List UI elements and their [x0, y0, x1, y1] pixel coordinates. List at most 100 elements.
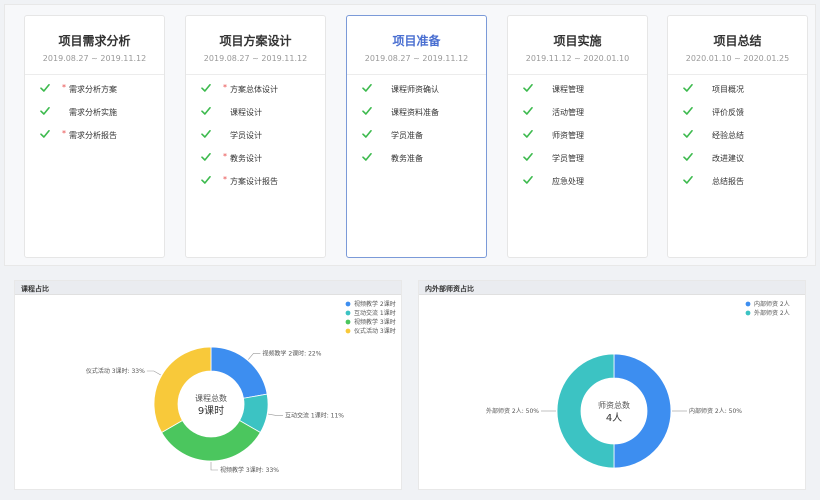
- legend-dot: [345, 310, 351, 316]
- donut-slice[interactable]: [161, 419, 261, 462]
- slice-label: 外部师资 2人: 50%: [486, 407, 539, 415]
- required-marker: *: [62, 83, 66, 92]
- phase-card-preparation[interactable]: 项目准备 2019.08.27 ~ 2019.11.12 课程师资确认 课程资料准备学…: [346, 15, 487, 258]
- task-item[interactable]: 评价反馈: [668, 103, 807, 126]
- check-icon: [201, 84, 211, 92]
- phase-date-range: 2019.08.27 ~ 2019.11.12: [203, 54, 308, 63]
- task-label: 方案设计报告: [230, 177, 278, 186]
- slice-label: 视频教学 2课时: 22%: [262, 349, 321, 357]
- task-item[interactable]: 师资管理: [508, 126, 647, 149]
- task-item[interactable]: 教务准备: [347, 149, 486, 172]
- check-icon: [523, 84, 533, 92]
- task-item[interactable]: 学员设计: [186, 126, 325, 149]
- task-label: 课程资料准备: [391, 108, 439, 117]
- slice-leader-line: [268, 413, 283, 416]
- legend-item[interactable]: 仪式活动 3课时: [354, 327, 396, 335]
- task-item[interactable]: 总结报告: [668, 172, 807, 195]
- task-item[interactable]: 需求分析实施: [25, 103, 164, 126]
- course-share-chart-title: 课程占比: [15, 281, 401, 295]
- check-icon: [683, 107, 693, 115]
- slice-leader-line: [210, 462, 218, 471]
- phase-card-summary[interactable]: 项目总结 2020.01.10 ~ 2020.01.25 项目概况 评价反馈 经验总结改…: [667, 15, 808, 258]
- check-icon: [40, 107, 50, 115]
- check-icon: [362, 107, 372, 115]
- task-label: 改进建议: [712, 154, 744, 163]
- check-icon: [362, 153, 372, 161]
- donut-center-value: 9课时: [198, 405, 224, 417]
- phase-date-range: 2019.08.27 ~ 2019.11.12: [42, 54, 147, 63]
- task-item[interactable]: * 方案总体设计: [186, 80, 325, 103]
- check-icon: [683, 84, 693, 92]
- task-list: 课程师资确认 课程资料准备学员准备 教务准备: [347, 80, 486, 172]
- donut-slice[interactable]: [153, 346, 212, 434]
- task-label: 需求分析实施: [69, 108, 117, 117]
- check-icon: [523, 153, 533, 161]
- required-marker: *: [223, 175, 227, 184]
- slice-label: 内部师资 2人: 50%: [689, 407, 742, 415]
- legend-item[interactable]: 外部师资 2人: [754, 309, 790, 317]
- task-item[interactable]: 项目概况: [668, 80, 807, 103]
- legend-dot: [345, 328, 351, 334]
- phase-date-range: 2020.01.10 ~ 2020.01.25: [685, 54, 790, 63]
- phase-date-range: 2019.11.12 ~ 2020.01.10: [525, 54, 630, 63]
- donut-slice[interactable]: [613, 353, 672, 469]
- legend-item[interactable]: 内部师资 2人: [754, 300, 790, 308]
- legend-item[interactable]: 互动交流 1课时: [354, 309, 396, 317]
- task-label: 需求分析报告: [69, 131, 117, 140]
- donut-slice[interactable]: [210, 346, 268, 399]
- legend-dot: [745, 310, 751, 316]
- legend-item[interactable]: 视频教学 3课时: [354, 318, 396, 326]
- phase-divider: [508, 74, 647, 75]
- required-marker: *: [62, 129, 66, 138]
- phase-title: 项目需求分析: [58, 34, 131, 48]
- phase-divider: [668, 74, 807, 75]
- phase-card-requirements[interactable]: 项目需求分析 2019.08.27 ~ 2019.11.12 * 需求分析方案需求分析…: [24, 15, 165, 258]
- phase-divider: [25, 74, 164, 75]
- task-label: 项目概况: [712, 85, 744, 94]
- course-share-chart-panel: 课程占比 视频教学 2课时: 22% 互动交流 1课时: 11% 视频教学 3课时:…: [14, 280, 402, 490]
- trainer-share-donut-chart: 内部师资 2人: 50% 外部师资 2人: 50% 师资总数 4人 内部师资 2人外部师…: [486, 300, 790, 469]
- task-label: 活动管理: [552, 108, 584, 117]
- check-icon: [683, 176, 693, 184]
- task-label: 应急处理: [552, 177, 584, 186]
- task-item[interactable]: * 需求分析报告: [25, 126, 164, 149]
- slice-label: 视频教学 3课时: 33%: [220, 466, 279, 474]
- phase-card-solution-design[interactable]: 项目方案设计 2019.08.27 ~ 2019.11.12 * 方案总体设计 课程设计…: [185, 15, 326, 258]
- task-item[interactable]: 课程师资确认: [347, 80, 486, 103]
- task-label: 总结报告: [712, 177, 744, 186]
- task-item[interactable]: 改进建议: [668, 149, 807, 172]
- legend-item[interactable]: 视频教学 2课时: [354, 300, 396, 308]
- required-marker: *: [223, 152, 227, 161]
- check-icon: [201, 153, 211, 161]
- task-list: 项目概况评价反馈经验总结改进建议总结报告: [668, 80, 807, 195]
- task-item[interactable]: 经验总结: [668, 126, 807, 149]
- task-label: 课程师资确认: [391, 85, 439, 94]
- donut-slice[interactable]: [556, 353, 615, 469]
- task-item[interactable]: 课程资料准备: [347, 103, 486, 126]
- phase-card-implementation[interactable]: 项目实施 2019.11.12 ~ 2020.01.10 课程管理 活动管理 师资管理学…: [507, 15, 648, 258]
- task-item[interactable]: * 需求分析方案: [25, 80, 164, 103]
- phase-divider: [186, 74, 325, 75]
- check-icon: [683, 130, 693, 138]
- task-label: 经验总结: [712, 131, 744, 140]
- task-list: * 需求分析方案 需求分析实施 * 需求分析报告: [25, 80, 164, 149]
- check-icon: [40, 130, 50, 138]
- slice-leader-line: [248, 353, 261, 360]
- task-item[interactable]: 学员准备: [347, 126, 486, 149]
- task-item[interactable]: 活动管理: [508, 103, 647, 126]
- task-item[interactable]: 课程设计: [186, 103, 325, 126]
- task-item[interactable]: 课程管理: [508, 80, 647, 103]
- task-item[interactable]: * 教务设计: [186, 149, 325, 172]
- task-label: 师资管理: [552, 131, 584, 140]
- phase-title: 项目方案设计: [219, 34, 292, 48]
- task-item[interactable]: 学员管理: [508, 149, 647, 172]
- course-share-donut-chart: 视频教学 2课时: 22% 互动交流 1课时: 11% 视频教学 3课时: 33% 仪…: [86, 300, 396, 474]
- task-item[interactable]: 应急处理: [508, 172, 647, 195]
- task-label: 评价反馈: [712, 108, 744, 117]
- legend-dot: [345, 301, 351, 307]
- task-item[interactable]: * 方案设计报告: [186, 172, 325, 195]
- phase-date-range: 2019.08.27 ~ 2019.11.12: [364, 54, 469, 63]
- donut-center-value: 4人: [606, 412, 622, 424]
- phase-title: 项目准备: [392, 34, 441, 48]
- legend-dot: [745, 301, 751, 307]
